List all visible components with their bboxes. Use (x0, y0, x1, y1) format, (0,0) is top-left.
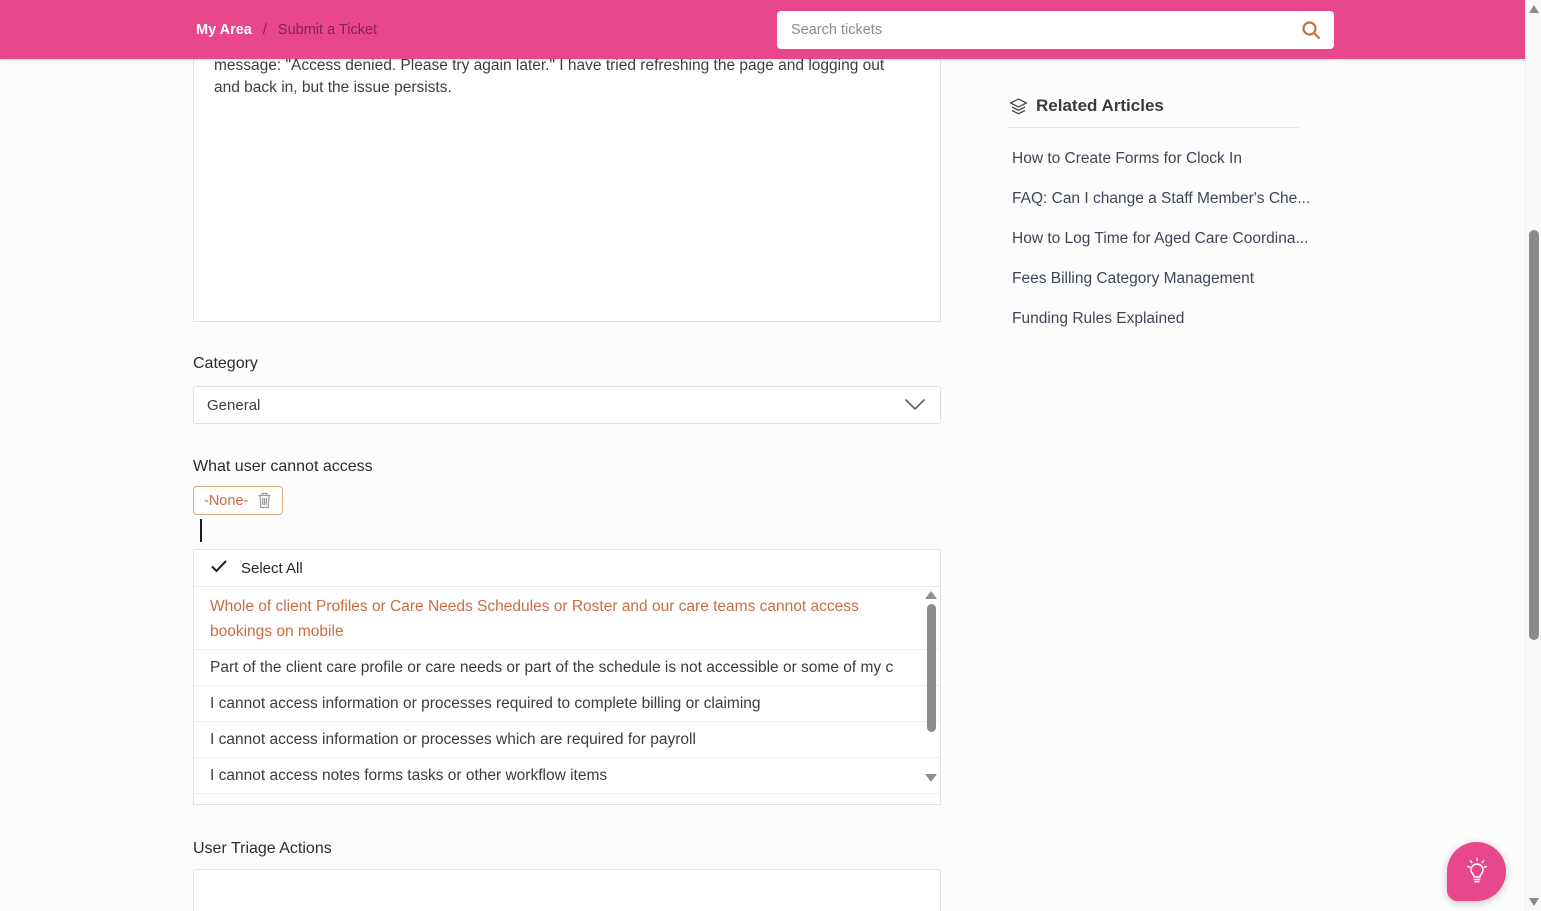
category-select[interactable]: General (193, 386, 941, 424)
search-button[interactable] (1298, 18, 1324, 44)
text-caret (200, 519, 202, 542)
breadcrumb: My Area / Submit a Ticket (196, 0, 377, 59)
help-fab-button[interactable] (1447, 842, 1506, 901)
access-option-3[interactable]: I cannot access information or processes… (194, 686, 940, 722)
category-label: Category (193, 355, 258, 372)
select-all-option[interactable]: Select All (194, 550, 940, 587)
search-box (777, 11, 1334, 49)
trash-icon[interactable] (257, 492, 272, 509)
chevron-down-icon (904, 398, 926, 412)
access-option-1[interactable]: Whole of client Profiles or Care Needs S… (194, 587, 940, 650)
search-input[interactable] (777, 11, 1334, 49)
search-icon (1300, 19, 1322, 44)
scroll-down-icon[interactable] (1529, 898, 1539, 906)
dropdown-scroll-down-icon[interactable] (925, 774, 937, 782)
ticket-description-text: message: "Access denied. Please try agai… (214, 57, 885, 96)
breadcrumb-my-area[interactable]: My Area (196, 22, 252, 38)
header-bar: My Area / Submit a Ticket (0, 0, 1525, 59)
select-all-label: Select All (241, 559, 303, 577)
breadcrumb-separator: / (262, 21, 267, 38)
access-option-2[interactable]: Part of the client care profile or care … (194, 650, 940, 686)
access-field-label: What user cannot access (193, 458, 373, 475)
access-options-dropdown: Select All Whole of client Profiles or C… (193, 549, 941, 805)
page: message: "Access denied. Please try agai… (0, 0, 1541, 911)
check-icon (211, 560, 227, 577)
related-article-link-1[interactable]: How to Create Forms for Clock In (1012, 150, 1312, 168)
related-article-link-2[interactable]: FAQ: Can I change a Staff Member's Che..… (1012, 190, 1312, 208)
chip-label: -None- (204, 492, 249, 509)
layers-icon (1008, 96, 1029, 122)
lightbulb-icon (1460, 853, 1494, 890)
access-option-4[interactable]: I cannot access information or processes… (194, 722, 940, 758)
dropdown-scrollbar-thumb[interactable] (927, 604, 936, 732)
scroll-up-icon[interactable] (1529, 5, 1539, 13)
triage-field-wrap (193, 869, 941, 911)
related-articles-title: Related Articles (1036, 96, 1164, 115)
selected-value-chip[interactable]: -None- (193, 486, 284, 515)
related-article-link-3[interactable]: How to Log Time for Aged Care Coordina..… (1012, 230, 1312, 248)
sidebar-divider (1008, 127, 1299, 128)
category-selected-value: General (207, 396, 261, 414)
related-article-link-5[interactable]: Funding Rules Explained (1012, 310, 1312, 328)
page-scrollbar-thumb[interactable] (1529, 230, 1539, 640)
dropdown-scroll-up-icon[interactable] (925, 591, 937, 599)
triage-label: User Triage Actions (193, 840, 332, 857)
access-option-5[interactable]: I cannot access notes forms tasks or oth… (194, 758, 940, 794)
page-scrollbar (1525, 0, 1541, 911)
triage-input[interactable] (194, 870, 940, 911)
related-article-link-4[interactable]: Fees Billing Category Management (1012, 270, 1312, 288)
breadcrumb-current-page: Submit a Ticket (277, 21, 378, 38)
